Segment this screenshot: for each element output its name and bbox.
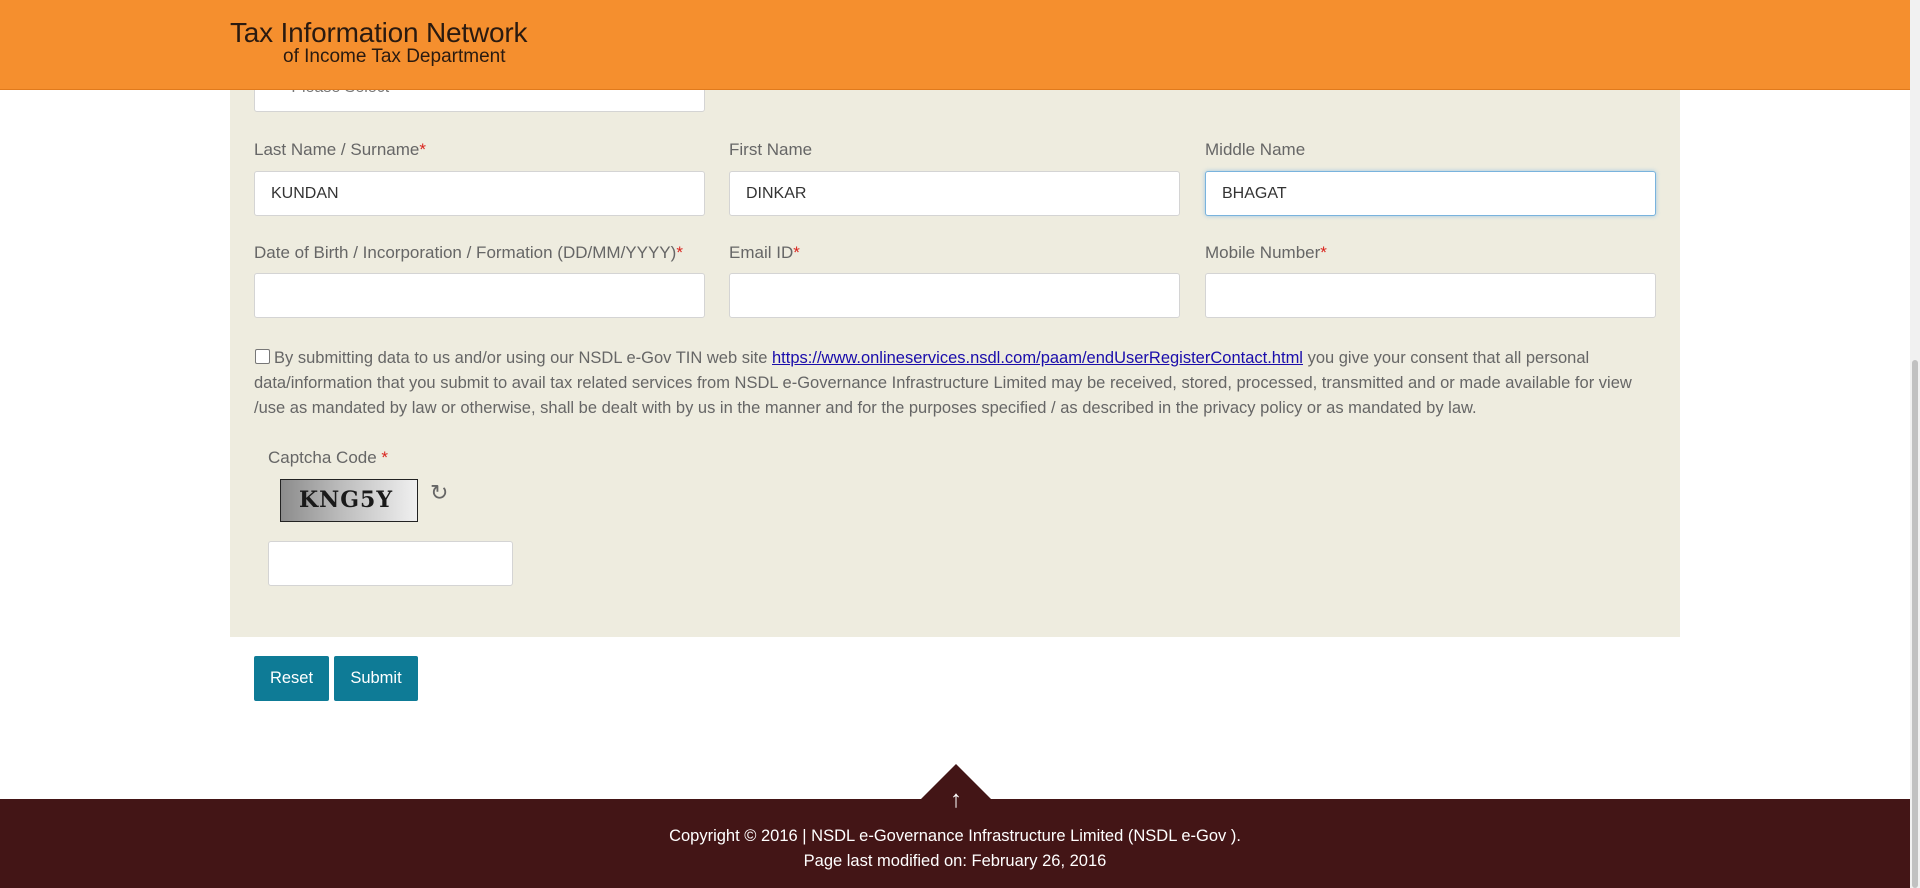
email-input[interactable] bbox=[729, 273, 1180, 318]
captcha-label-text: Captcha Code bbox=[268, 448, 377, 467]
consent-checkbox[interactable] bbox=[255, 349, 270, 364]
consent-text-before: By submitting data to us and/or using ou… bbox=[274, 349, 772, 367]
required-marker: * bbox=[793, 243, 800, 262]
required-marker: * bbox=[676, 243, 683, 262]
captcha-code: KNG5Y bbox=[299, 487, 394, 513]
mobile-input[interactable] bbox=[1205, 273, 1656, 318]
first-name-label-text: First Name bbox=[729, 140, 813, 159]
email-label: Email ID* bbox=[729, 243, 800, 263]
captcha-input[interactable] bbox=[268, 541, 513, 586]
logo-title: Tax Information Network bbox=[230, 17, 528, 48]
consent-block: By submitting data to us and/or using ou… bbox=[254, 346, 1654, 421]
last-name-label-text: Last Name / Surname bbox=[254, 140, 420, 159]
middle-name-label-text: Middle Name bbox=[1205, 140, 1306, 159]
dob-label: Date of Birth / Incorporation / Formatio… bbox=[254, 243, 683, 263]
middle-name-input[interactable] bbox=[1205, 171, 1656, 216]
first-name-label: First Name bbox=[729, 140, 812, 160]
captcha-image: KNG5Y bbox=[280, 479, 418, 522]
site-header: Tax Information Network of Income Tax De… bbox=[0, 0, 1910, 90]
site-logo[interactable]: Tax Information Network of Income Tax De… bbox=[230, 18, 527, 67]
mobile-label-text: Mobile Number bbox=[1205, 243, 1321, 262]
scrollbar-thumb[interactable] bbox=[1912, 360, 1918, 888]
email-label-text: Email ID bbox=[729, 243, 794, 262]
submit-button[interactable]: Submit bbox=[334, 656, 418, 701]
required-marker: * bbox=[381, 448, 389, 467]
required-marker: * bbox=[1320, 243, 1327, 262]
captcha-label: Captcha Code * bbox=[268, 448, 388, 468]
refresh-icon[interactable]: ↻ bbox=[430, 480, 448, 506]
required-marker: * bbox=[419, 140, 426, 159]
footer-last-modified: Page last modified on: February 26, 2016 bbox=[803, 852, 1107, 870]
first-name-input[interactable] bbox=[729, 171, 1180, 216]
arrow-up-icon[interactable]: ↑ bbox=[945, 786, 967, 814]
footer-copyright: Copyright © 2016 | NSDL e-Governance Inf… bbox=[669, 827, 1241, 845]
consent-link[interactable]: https://www.onlineservices.nsdl.com/paam… bbox=[772, 349, 1303, 367]
dob-label-text: Date of Birth / Incorporation / Formatio… bbox=[254, 243, 677, 262]
last-name-label: Last Name / Surname* bbox=[254, 140, 426, 160]
last-name-input[interactable] bbox=[254, 171, 705, 216]
middle-name-label: Middle Name bbox=[1205, 140, 1305, 160]
reset-button[interactable]: Reset bbox=[254, 656, 329, 701]
dob-input[interactable] bbox=[254, 273, 705, 318]
logo-subtitle: of Income Tax Department bbox=[283, 46, 506, 68]
mobile-label: Mobile Number* bbox=[1205, 243, 1327, 263]
